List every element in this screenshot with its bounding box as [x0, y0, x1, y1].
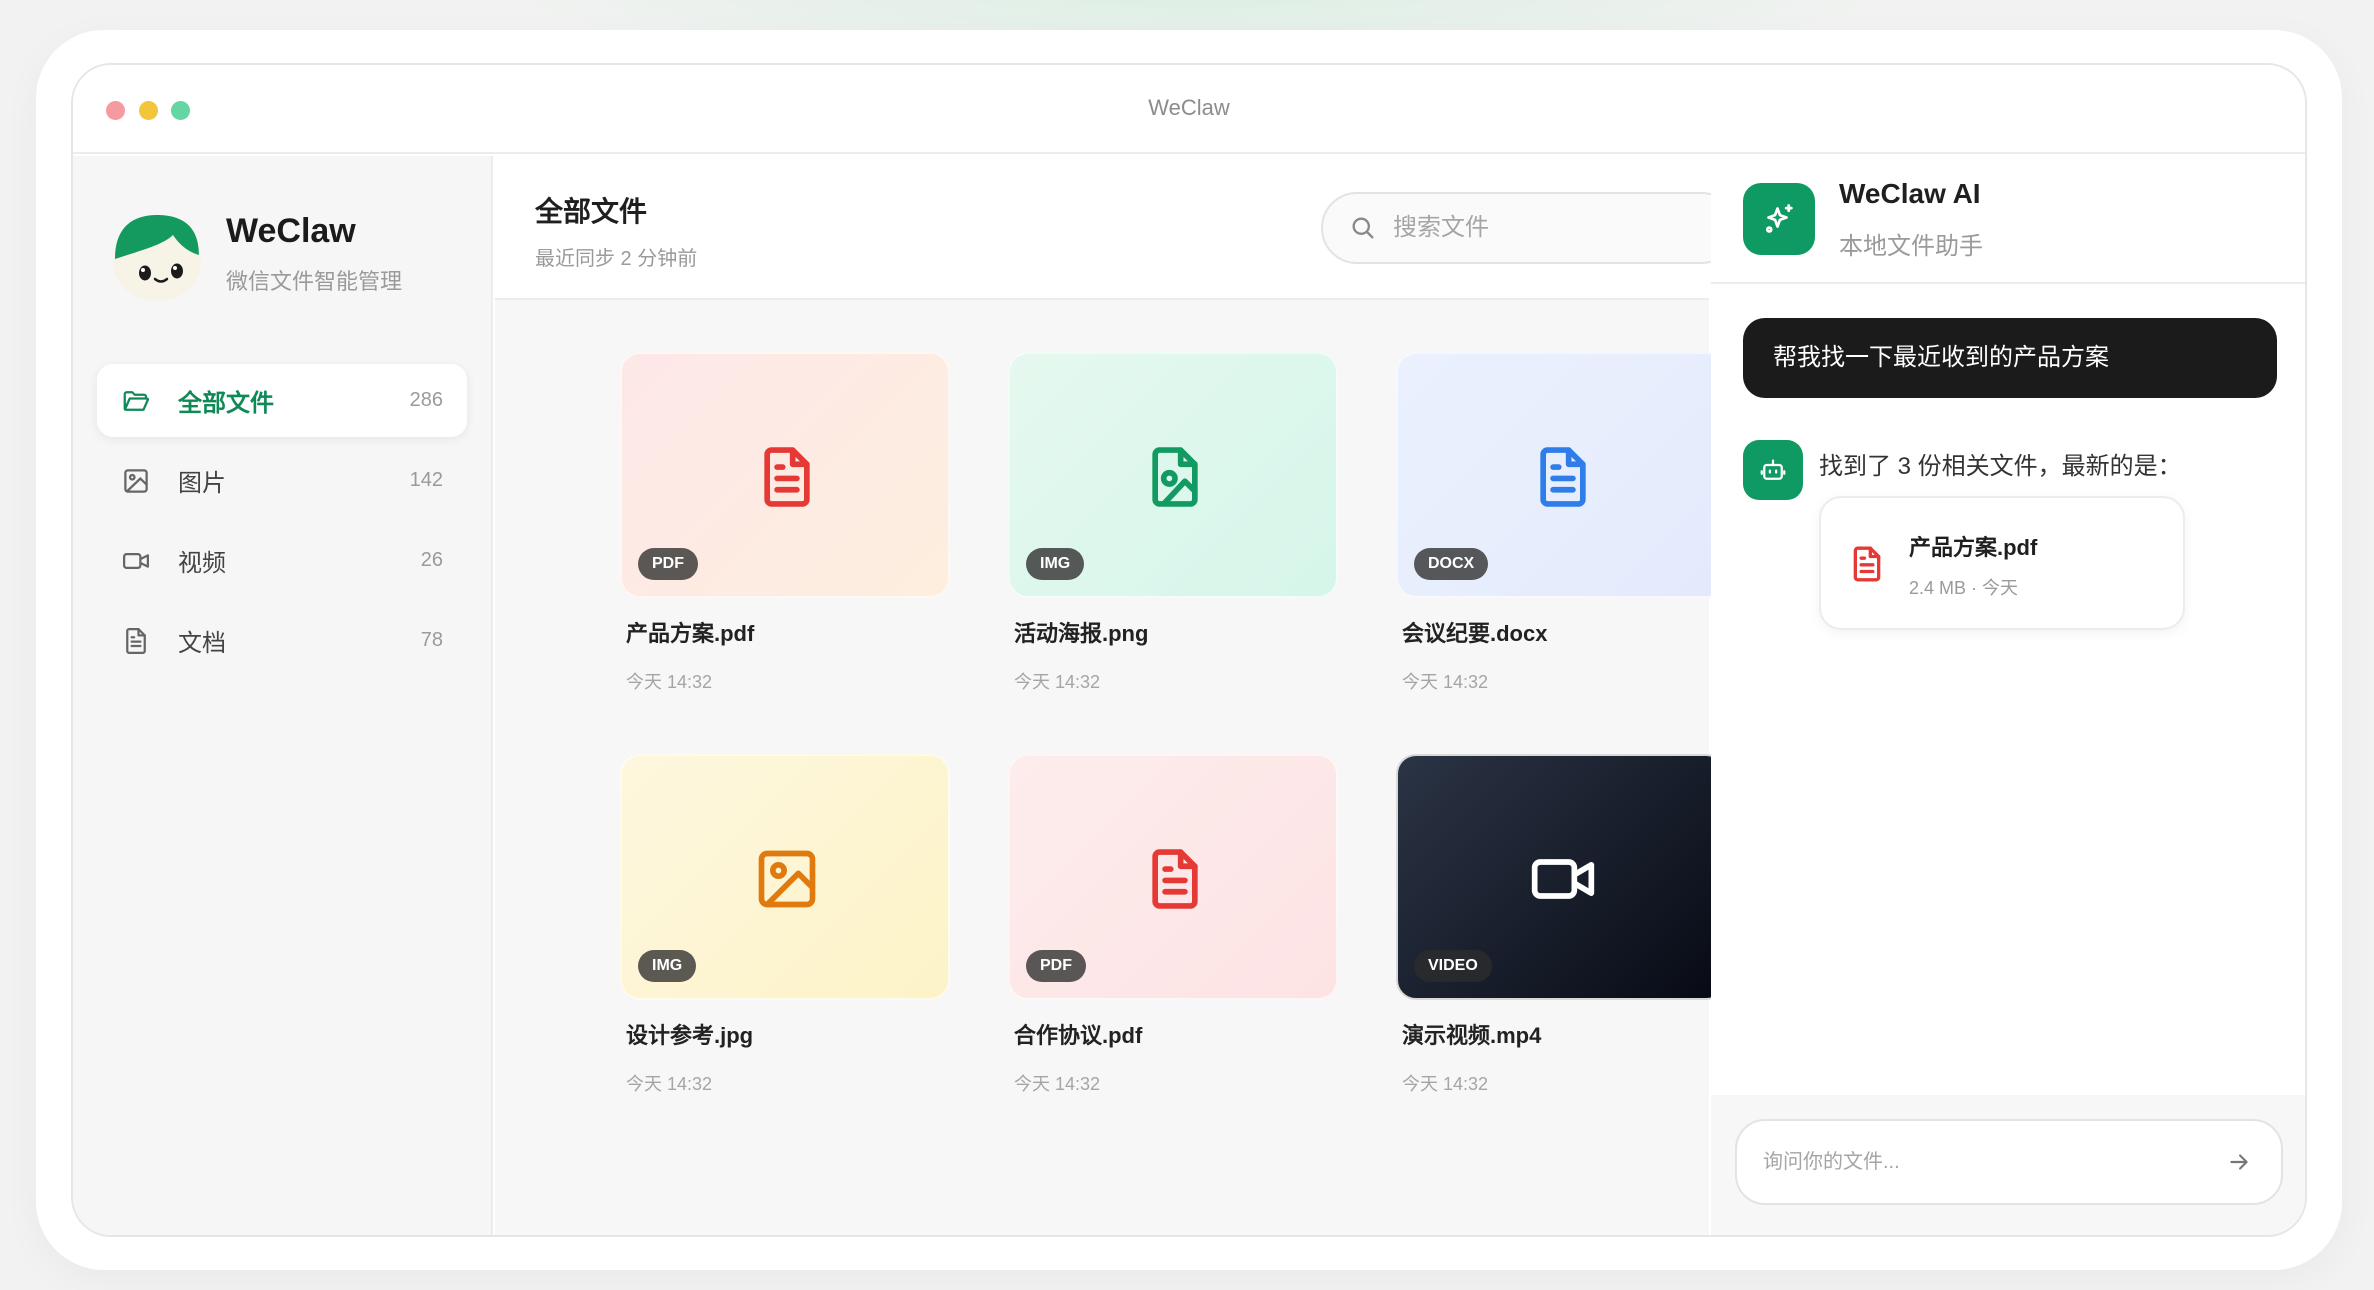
sidebar-item-images[interactable]: 图片 142	[97, 444, 467, 517]
file-card[interactable]: IMG 设计参考.jpg 今天 14:32	[620, 754, 950, 1096]
video-icon	[1531, 859, 1595, 899]
brand-subtitle: 微信文件智能管理	[226, 269, 403, 294]
sidebar-item-count: 142	[409, 469, 443, 491]
pdf-file-icon	[764, 447, 810, 507]
file-card[interactable]: PDF 合作协议.pdf 今天 14:32	[1008, 754, 1338, 1096]
doc-file-icon	[1540, 447, 1586, 507]
file-date: 今天 14:32	[626, 1074, 713, 1094]
chat-composer[interactable]	[1735, 1119, 2283, 1205]
image-icon	[124, 468, 148, 493]
arrow-right-icon	[2230, 1154, 2248, 1170]
file-card[interactable]: IMG 活动海报.png 今天 14:32	[1008, 352, 1338, 694]
sidebar-item-label: 视频	[178, 550, 226, 577]
result-file-name: 产品方案.pdf	[1909, 535, 2038, 560]
bot-message: 找到了 3 份相关文件，最新的是：	[1819, 453, 2182, 480]
video-icon	[123, 552, 149, 569]
file-grid: PDF 产品方案.pdf 今天 14:32 IMG 活动海报.png 今天 14…	[495, 300, 1726, 1235]
sidebar: WeClaw 微信文件智能管理 全部文件 286 图片 142 视频 26 文档…	[73, 156, 493, 1235]
main-content: 全部文件 最近同步 2 分钟前 PDF	[495, 156, 1737, 1235]
main-header: 全部文件 最近同步 2 分钟前	[495, 156, 1737, 300]
bot-avatar	[1743, 440, 1803, 500]
file-date: 今天 14:32	[626, 672, 713, 692]
file-date: 今天 14:32	[1402, 1074, 1489, 1094]
ai-assistant-panel: WeClaw AI 本地文件助手 帮我找一下最近收到的产品方案 找到了 3 份相…	[1711, 156, 2305, 1235]
file-name: 会议纪要.docx	[1402, 621, 1548, 646]
search-icon	[1352, 217, 1374, 239]
file-type-badge: PDF	[1026, 950, 1086, 982]
sync-status: 最近同步 2 分钟前	[535, 248, 698, 270]
title-bar: WeClaw	[73, 65, 2305, 154]
file-type-badge: PDF	[638, 548, 698, 580]
folder-icon	[123, 390, 150, 411]
file-name: 演示视频.mp4	[1402, 1023, 1542, 1048]
assistant-subtitle: 本地文件助手	[1839, 233, 1983, 260]
file-type-badge: IMG	[638, 950, 697, 982]
sidebar-item-documents[interactable]: 文档 78	[97, 604, 467, 677]
pdf-file-icon	[1853, 546, 1881, 582]
file-date: 今天 14:32	[1402, 672, 1489, 692]
user-message-bubble: 帮我找一下最近收到的产品方案	[1743, 318, 2277, 398]
assistant-name: WeClaw AI	[1839, 178, 1981, 209]
file-name: 活动海报.png	[1014, 621, 1149, 646]
sidebar-item-count: 78	[420, 629, 443, 651]
document-icon	[126, 627, 146, 654]
chat-input[interactable]	[1763, 1150, 2223, 1174]
file-card[interactable]: PDF 产品方案.pdf 今天 14:32	[620, 352, 950, 694]
file-thumbnail: DOCX	[1396, 352, 1726, 598]
sidebar-item-label: 文档	[178, 630, 226, 657]
sidebar-nav: 全部文件 286 图片 142 视频 26 文档 78	[97, 364, 467, 684]
sidebar-item-videos[interactable]: 视频 26	[97, 524, 467, 597]
file-type-badge: DOCX	[1414, 548, 1489, 580]
file-date: 今天 14:32	[1014, 1074, 1101, 1094]
file-type-badge: VIDEO	[1414, 950, 1492, 982]
file-thumbnail: IMG	[620, 754, 950, 1000]
sidebar-item-label: 图片	[178, 470, 226, 497]
robot-icon	[1760, 459, 1786, 480]
file-name: 设计参考.jpg	[626, 1023, 754, 1048]
sparkles-icon	[1765, 204, 1793, 233]
sidebar-item-label: 全部文件	[178, 390, 274, 417]
brand-name: WeClaw	[226, 212, 356, 250]
file-date: 今天 14:32	[1014, 672, 1101, 692]
search-input[interactable]	[1393, 214, 1713, 242]
file-card[interactable]: VIDEO 演示视频.mp4 今天 14:32	[1396, 754, 1726, 1096]
sidebar-item-all-files[interactable]: 全部文件 286	[97, 364, 467, 437]
file-name: 产品方案.pdf	[626, 621, 755, 646]
image-icon	[758, 850, 816, 908]
file-thumbnail: VIDEO	[1396, 754, 1726, 1000]
pdf-file-icon	[1152, 849, 1198, 909]
image-file-icon	[1152, 447, 1198, 507]
file-type-badge: IMG	[1026, 548, 1085, 580]
file-thumbnail: PDF	[1008, 754, 1338, 1000]
window-title: WeClaw	[1148, 95, 1230, 120]
app-window: WeClaw WeClaw 微信文件智能管理 全部文件 286 图片 142 视…	[71, 63, 2307, 1237]
sidebar-item-count: 26	[420, 549, 443, 571]
mascot-logo-icon	[113, 215, 201, 301]
file-card[interactable]: DOCX 会议纪要.docx 今天 14:32	[1396, 352, 1726, 694]
composer-area	[1711, 1095, 2305, 1235]
result-file-card[interactable]: 产品方案.pdf 2.4 MB · 今天	[1819, 496, 2185, 630]
send-button[interactable]	[2223, 1146, 2255, 1178]
search-box[interactable]	[1321, 192, 1737, 264]
assistant-header: WeClaw AI 本地文件助手	[1711, 156, 2305, 284]
page-title: 全部文件	[535, 196, 648, 227]
file-name: 合作协议.pdf	[1014, 1023, 1143, 1048]
assistant-avatar	[1743, 183, 1815, 255]
file-thumbnail: IMG	[1008, 352, 1338, 598]
result-file-meta: 2.4 MB · 今天	[1909, 578, 2019, 598]
file-thumbnail: PDF	[620, 352, 950, 598]
sidebar-item-count: 286	[409, 389, 443, 411]
